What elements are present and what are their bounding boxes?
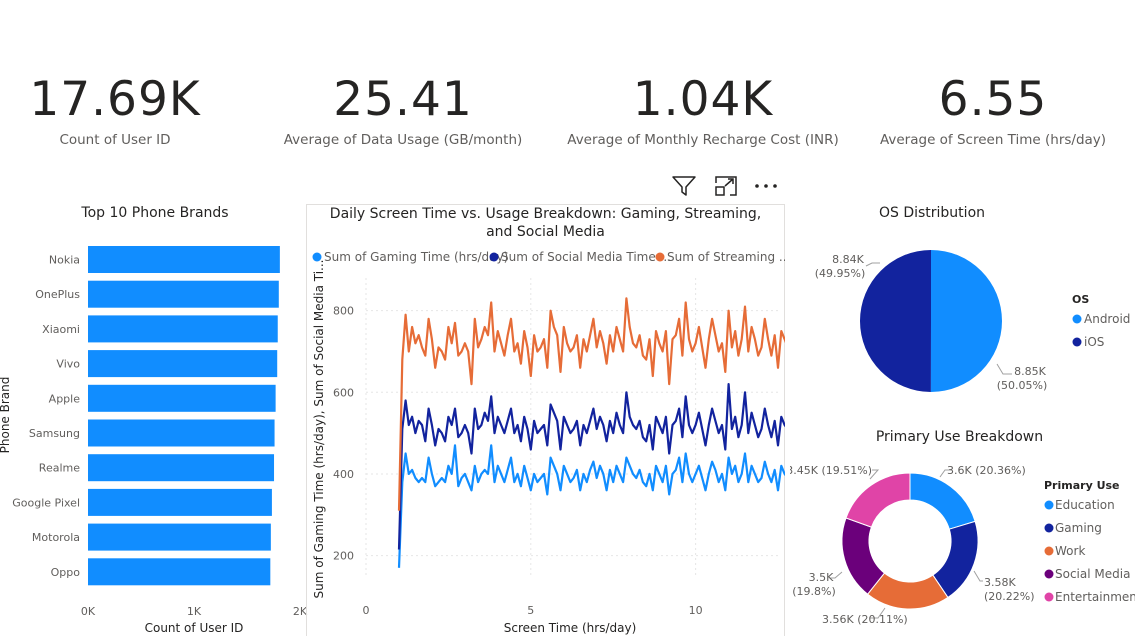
os-legend-marker xyxy=(1072,337,1082,347)
bar-category-label: Motorola xyxy=(32,531,80,544)
bar-motorola[interactable] xyxy=(88,523,271,551)
bar-realme[interactable] xyxy=(88,454,275,482)
x-tick-label: 0 xyxy=(363,604,370,617)
y-tick-label: 200 xyxy=(333,550,354,563)
line-gaming-series[interactable] xyxy=(397,444,785,568)
x-tick-label: 5 xyxy=(527,604,534,617)
use-legend-marker xyxy=(1044,569,1054,579)
use-legend-marker xyxy=(1044,523,1054,533)
bar-oneplus[interactable] xyxy=(88,280,279,308)
bar-samsung[interactable] xyxy=(88,419,275,447)
os-slice-ios[interactable] xyxy=(859,250,931,392)
bar-apple[interactable] xyxy=(88,384,276,412)
bar-chart-title: Top 10 Phone Brands xyxy=(81,205,229,221)
kpi-label-recharge-cost: Average of Monthly Recharge Cost (INR) xyxy=(567,132,839,148)
y-axis-title: Phone Brand xyxy=(0,377,12,454)
use-data-label: 3.45K (19.51%) xyxy=(790,464,872,477)
x-tick-label: 0K xyxy=(81,605,96,618)
use-data-label: (20.22%) xyxy=(984,590,1035,603)
use-legend-label: Entertainment xyxy=(1055,590,1135,604)
y-tick-label: 400 xyxy=(333,468,354,481)
use-legend-marker xyxy=(1044,546,1054,556)
os-slice-android[interactable] xyxy=(930,250,1002,392)
os-legend-marker xyxy=(1072,314,1082,324)
kpi-label-screen-time: Average of Screen Time (hrs/day) xyxy=(879,132,1107,148)
use-legend-title: Primary Use xyxy=(1044,479,1120,492)
os-data-label: 8.85K xyxy=(1014,365,1046,378)
primary-use-donut[interactable]: 3.6K (20.36%) 3.58K(20.22%) 3.56K (20.11%)… xyxy=(790,455,1135,636)
line-chart-title: Daily Screen Time vs. Usage Breakdown: G… xyxy=(329,206,762,240)
use-slice-education[interactable] xyxy=(909,472,976,530)
bar-category-label: Samsung xyxy=(29,427,80,440)
use-legend-label: Gaming xyxy=(1055,521,1102,535)
kpi-value-recharge-cost: 1.04K xyxy=(632,72,774,127)
more-options-icon[interactable] xyxy=(753,173,779,199)
os-data-label: (50.05%) xyxy=(997,379,1048,392)
use-data-label: 3.6K (20.36%) xyxy=(947,464,1026,477)
os-data-label: 8.84K xyxy=(832,253,864,266)
bar-google-pixel[interactable] xyxy=(88,488,272,516)
legend-label: Sum of Social Media Time ... xyxy=(501,250,671,264)
filter-icon[interactable] xyxy=(671,173,697,199)
kpi-label-data-usage: Average of Data Usage (GB/month) xyxy=(283,132,523,148)
legend-label: Sum of Gaming Time (hrs/day) xyxy=(324,250,508,264)
os-pie-title: OS Distribution xyxy=(878,205,986,221)
kpi-value-data-usage: 25.41 xyxy=(333,72,473,127)
use-legend-marker xyxy=(1044,500,1054,510)
leader-line xyxy=(996,363,1012,375)
use-legend-label: Education xyxy=(1055,498,1115,512)
x-tick-label: 1K xyxy=(187,605,202,618)
use-legend-label: Work xyxy=(1055,544,1085,558)
use-legend-label: Social Media xyxy=(1055,567,1130,581)
bar-category-label: Realme xyxy=(39,462,80,475)
y-axis-title: Sum of Gaming Time (hrs/day), Sum of Soc… xyxy=(312,260,326,599)
bar-category-label: OnePlus xyxy=(35,288,80,301)
x-axis-title: Count of User ID xyxy=(145,621,244,635)
bar-vivo[interactable] xyxy=(88,350,278,378)
primary-use-title: Primary Use Breakdown xyxy=(875,429,1044,445)
use-data-label: 3.56K (20.11%) xyxy=(822,613,908,626)
kpi-label-users: Count of User ID xyxy=(59,132,171,148)
x-tick-label: 10 xyxy=(689,604,703,617)
bar-category-label: Apple xyxy=(49,392,81,405)
focus-mode-icon[interactable] xyxy=(713,173,739,199)
bar-category-label: Xiaomi xyxy=(42,323,80,336)
kpi-value-users: 17.69K xyxy=(29,72,201,127)
os-legend-label: Android xyxy=(1084,312,1130,326)
use-data-label: 3.5K xyxy=(809,571,834,584)
y-tick-label: 800 xyxy=(333,305,354,318)
os-data-label: (49.95%) xyxy=(815,267,866,280)
phone-brands-bar-chart[interactable]: Nokia OnePlus Xiaomi Vivo Apple Samsung Realme… xyxy=(0,240,310,636)
use-slice-entertainment[interactable] xyxy=(845,472,911,528)
screen-time-line-chart[interactable]: Sum of Gaming Time (hrs/day)Sum of Socia… xyxy=(306,244,785,636)
bar-nokia[interactable] xyxy=(88,246,280,273)
y-tick-label: 600 xyxy=(333,386,354,399)
x-axis-title: Screen Time (hrs/day) xyxy=(504,621,637,635)
legend-marker xyxy=(489,252,499,262)
use-data-label: 3.58K xyxy=(984,576,1016,589)
bar-category-label: Google Pixel xyxy=(12,496,80,509)
bar-category-label: Vivo xyxy=(56,358,80,371)
os-legend-label: iOS xyxy=(1084,335,1104,349)
leader-line xyxy=(973,570,983,582)
bar-category-label: Oppo xyxy=(51,566,81,579)
bar-category-label: Nokia xyxy=(49,254,80,267)
bar-oppo[interactable] xyxy=(88,558,271,586)
legend-label: Sum of Streaming ... xyxy=(667,250,785,264)
use-data-label: (19.8%) xyxy=(792,585,836,598)
use-legend-marker xyxy=(1044,592,1054,602)
leader-line xyxy=(865,262,880,267)
legend-marker xyxy=(655,252,665,262)
os-distribution-pie[interactable]: 8.85K(50.05%) 8.84K(49.95%) OS Android iOS xyxy=(800,230,1135,410)
kpi-value-screen-time: 6.55 xyxy=(938,72,1048,127)
bar-xiaomi[interactable] xyxy=(88,315,278,343)
os-legend-title: OS xyxy=(1072,293,1089,306)
